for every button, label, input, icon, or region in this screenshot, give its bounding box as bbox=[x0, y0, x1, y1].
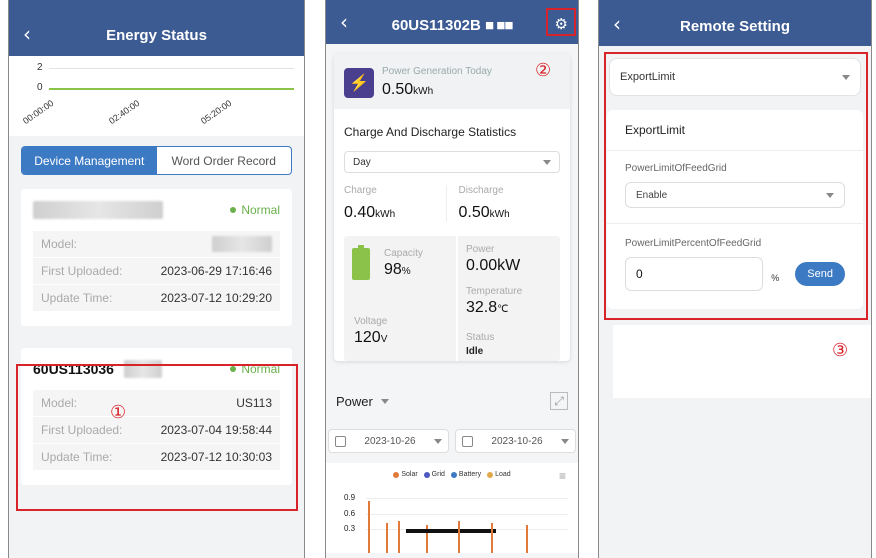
step-marker: ② bbox=[535, 60, 552, 81]
discharge-stat: Discharge 0.50kWh bbox=[445, 185, 561, 222]
capacity-stat: Capacity 98% bbox=[384, 248, 423, 278]
power-select[interactable]: Power bbox=[336, 394, 389, 409]
y-tick: 0.6 bbox=[344, 509, 356, 518]
gen-label: Power Generation Today bbox=[382, 66, 492, 77]
gen-value: 0.50kWh bbox=[382, 81, 434, 98]
back-icon[interactable]: ‹ bbox=[23, 24, 31, 44]
chevron-down-icon bbox=[543, 159, 551, 165]
x-tick: 00:00:00 bbox=[21, 97, 56, 127]
status-stat: Status Idle bbox=[466, 332, 495, 357]
y-tick: 0.9 bbox=[344, 493, 356, 502]
nav-bar: ‹ 60US11302B ■ ■■ ⚙ bbox=[326, 0, 578, 44]
tab-work-order-record[interactable]: Word Order Record bbox=[157, 147, 292, 174]
nav-bar: ‹ Remote Setting bbox=[599, 0, 871, 46]
status-dot-icon bbox=[230, 207, 237, 213]
y-tick: 0 bbox=[37, 82, 43, 93]
back-icon[interactable]: ‹ bbox=[340, 12, 348, 32]
overview-card: ⚡ Power Generation Today 0.50kWh Charge … bbox=[334, 54, 570, 361]
voltage-stat: Voltage 120V bbox=[354, 316, 388, 346]
y-tick: 2 bbox=[37, 62, 43, 73]
highlight-box bbox=[16, 364, 298, 511]
bolt-icon: ⚡ bbox=[344, 67, 374, 98]
series-line bbox=[49, 88, 294, 90]
back-icon[interactable]: ‹ bbox=[613, 14, 621, 34]
status-badge: Normal bbox=[230, 203, 280, 217]
page-title: Energy Status bbox=[106, 27, 207, 44]
legend-item-load: Load bbox=[487, 471, 511, 478]
step-marker: ① bbox=[110, 402, 127, 423]
highlight-box bbox=[546, 8, 576, 36]
battery-stats: Capacity 98% Voltage 120V Power 0.00kW T… bbox=[344, 236, 560, 361]
date-to-picker[interactable]: 2023-10-26 bbox=[455, 429, 576, 453]
model-row: Model: bbox=[33, 231, 280, 258]
highlight-box bbox=[604, 52, 868, 320]
x-tick: 02:40:00 bbox=[107, 97, 142, 127]
step-marker: ③ bbox=[832, 340, 849, 361]
legend-item-grid: Grid bbox=[423, 471, 445, 478]
battery-icon bbox=[352, 245, 370, 280]
chart-legend: Solar Grid Battery Load bbox=[326, 463, 578, 478]
device-detail-screen: ‹ 60US11302B ■ ■■ ⚙ ⚡ Power Generation T… bbox=[325, 0, 579, 558]
calendar-icon bbox=[462, 435, 473, 447]
charge-stat: Charge 0.40kWh bbox=[344, 185, 396, 221]
legend-item-solar: Solar bbox=[393, 471, 418, 478]
device-card[interactable]: Normal Model: First Uploaded: 2023-06-29 … bbox=[21, 189, 292, 326]
page-title: 60US11302B ■ ■■ bbox=[391, 17, 514, 34]
energy-chart: 2 0 00:00:00 02:40:00 05:20:00 bbox=[9, 56, 304, 136]
date-from-picker[interactable]: 2023-10-26 bbox=[328, 429, 449, 453]
model-redacted bbox=[212, 236, 272, 252]
power-stat: Power 0.00kW bbox=[466, 244, 521, 274]
nav-bar: ‹ Energy Status bbox=[9, 0, 304, 56]
temperature-stat: Temperature 32.8℃ bbox=[466, 286, 523, 316]
tab-bar: Device Management Word Order Record bbox=[21, 146, 292, 175]
expand-icon[interactable]: ⤢ bbox=[550, 392, 568, 410]
x-tick: 05:20:00 bbox=[199, 97, 234, 127]
filter-icon[interactable]: ≡ bbox=[559, 469, 566, 483]
tab-device-management[interactable]: Device Management bbox=[22, 147, 157, 174]
y-tick: 0.3 bbox=[344, 524, 356, 533]
calendar-icon bbox=[335, 435, 346, 447]
device-name-redacted bbox=[33, 201, 163, 219]
update-time-row: Update Time: 2023-07-12 10:29:20 bbox=[33, 285, 280, 312]
chevron-down-icon bbox=[380, 398, 389, 404]
range-select[interactable]: Day bbox=[344, 151, 560, 173]
section-title: Charge And Discharge Statistics bbox=[344, 125, 517, 139]
first-uploaded-row: First Uploaded: 2023-06-29 17:16:46 bbox=[33, 258, 280, 285]
power-chart: Solar Grid Battery Load ≡ 0.9 0.6 0.3 bbox=[326, 463, 578, 553]
gridline bbox=[49, 68, 294, 69]
legend-item-battery: Battery bbox=[450, 471, 481, 478]
page-title: Remote Setting bbox=[679, 18, 790, 35]
